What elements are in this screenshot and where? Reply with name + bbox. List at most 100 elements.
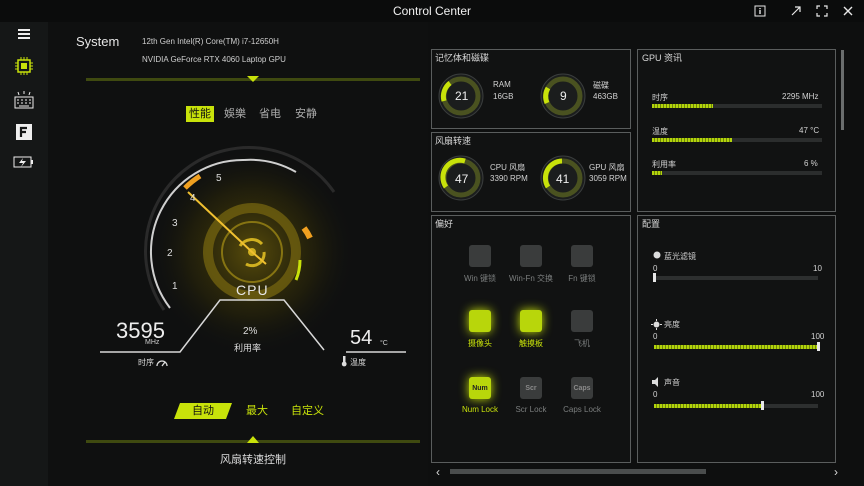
- gpu-clock-value: 2295 MHz: [782, 92, 819, 101]
- scroll-left-button[interactable]: ‹: [436, 465, 440, 479]
- ram-value: 21: [455, 89, 469, 103]
- num-lock-icon: Num: [469, 377, 491, 399]
- pref-fn-lock-button[interactable]: Fn 键锁: [552, 245, 612, 295]
- tab-mode-performance[interactable]: 性能: [186, 106, 214, 122]
- gpu-fan-label: GPU 风扇: [589, 163, 625, 172]
- fan-mode-max[interactable]: 最大: [246, 403, 268, 419]
- volume-max: 100: [811, 390, 825, 399]
- pref-label: Fn 键锁: [568, 274, 596, 283]
- cpu-fan-value: 47: [455, 172, 469, 186]
- blue-light-slider-thumb[interactable]: [653, 273, 656, 282]
- fullscreen-icon: [816, 5, 828, 17]
- info-button[interactable]: [748, 2, 772, 20]
- gpu-clock-bar-fill: [652, 104, 714, 108]
- clock-speed-icon: [156, 360, 168, 367]
- horizontal-scrollbar[interactable]: [450, 469, 706, 474]
- gauge-tick-3: 3: [172, 218, 178, 229]
- scroll-lock-icon: Scr: [520, 377, 542, 399]
- pref-airplane-button[interactable]: 飞机: [552, 310, 612, 360]
- keyboard-light-icon: [14, 91, 34, 109]
- volume-slider[interactable]: [654, 404, 818, 408]
- hamburger-icon: [18, 29, 30, 39]
- gpu-name: NVIDIA GeForce RTX 4060 Laptop GPU: [142, 55, 286, 64]
- gpu-temp-label: 温度: [652, 127, 668, 136]
- volume-icon: [652, 377, 658, 387]
- top-divider: [86, 76, 420, 82]
- cpu-fan-label: CPU 风扇: [490, 163, 526, 172]
- temperature-unit: °C: [380, 340, 388, 347]
- fan-mode-custom[interactable]: 自定义: [291, 403, 324, 419]
- system-heading: System: [76, 34, 120, 49]
- clock-unit: MHz: [145, 339, 160, 346]
- ram-size: 16GB: [493, 92, 514, 101]
- brightness-slider-fill: [654, 345, 818, 349]
- temperature-label: 温度: [350, 358, 366, 367]
- menu-button[interactable]: [8, 22, 40, 46]
- brightness-slider[interactable]: [654, 345, 818, 349]
- brightness-label: 亮度: [664, 320, 680, 329]
- thermometer-icon: [341, 356, 347, 367]
- fan-mode-auto[interactable]: 自动: [174, 403, 232, 419]
- tab-mode-power-saving[interactable]: 省电: [259, 106, 281, 122]
- gpu-info-title: GPU 资讯: [642, 53, 683, 63]
- ram-label: RAM: [493, 80, 511, 89]
- volume-slider-thumb[interactable]: [761, 401, 765, 410]
- close-icon: [843, 6, 853, 16]
- app-title: Control Center: [392, 4, 472, 18]
- memory-disk-title: 记忆体和磁碟: [435, 53, 490, 63]
- fan-speed-title: 风扇转速: [435, 136, 472, 146]
- gpu-util-bar: [652, 171, 822, 175]
- cpu-fan-rpm: 3390 RPM: [490, 174, 528, 183]
- volume-min: 0: [653, 390, 658, 399]
- config-title: 配置: [642, 219, 661, 229]
- gpu-fan-rpm: 3059 RPM: [589, 174, 627, 183]
- gauge-tick-4: 4: [190, 193, 196, 204]
- brightness-max: 100: [811, 332, 825, 341]
- gpu-util-label: 利用率: [652, 160, 676, 169]
- windows-icon: [469, 245, 491, 267]
- vertical-scrollbar[interactable]: [841, 50, 844, 130]
- blue-light-slider[interactable]: [654, 276, 818, 280]
- close-button[interactable]: [836, 2, 860, 20]
- cpu-utilization-label: 利用率: [234, 343, 262, 353]
- blue-light-min: 0: [653, 264, 658, 273]
- airplane-icon: [571, 310, 593, 332]
- gauge-label: CPU: [236, 282, 269, 298]
- brightness-icon: [651, 319, 662, 330]
- fan-control-label[interactable]: 风扇转速控制: [220, 451, 286, 467]
- gpu-temp-bar-fill: [652, 138, 732, 142]
- brightness-slider-thumb[interactable]: [817, 342, 820, 351]
- battery-charge-icon: [13, 156, 33, 168]
- fullscreen-button[interactable]: [810, 2, 834, 20]
- tab-mode-quiet[interactable]: 安静: [295, 106, 317, 122]
- sidebar-item-system[interactable]: [8, 54, 40, 78]
- restore-icon: [791, 6, 801, 16]
- gpu-temp-value: 47 °C: [799, 126, 820, 135]
- fan-control-divider: [86, 436, 420, 443]
- gpu-util-bar-fill: [652, 171, 663, 175]
- pref-label: 飞机: [574, 339, 590, 348]
- sidebar-item-fn[interactable]: [8, 120, 40, 144]
- restore-button[interactable]: [784, 2, 808, 20]
- volume-label: 声音: [664, 378, 680, 387]
- scroll-right-button[interactable]: ›: [834, 465, 838, 479]
- clock-label: 时序: [138, 358, 154, 367]
- sidebar-item-keyboard[interactable]: [8, 88, 40, 112]
- gauge-tick-5: 5: [216, 173, 222, 184]
- blue-light-max: 10: [813, 264, 822, 273]
- sidebar-item-power[interactable]: [8, 150, 40, 174]
- caps-lock-icon: Caps: [571, 377, 593, 399]
- tab-mode-entertainment[interactable]: 娛樂: [224, 106, 246, 122]
- blue-light-icon: [653, 251, 661, 259]
- pref-caps-lock-button[interactable]: Caps Caps Lock: [552, 377, 612, 427]
- gpu-clock-label: 时序: [652, 93, 668, 102]
- brightness-min: 0: [653, 332, 658, 341]
- gpu-util-value: 6 %: [804, 159, 818, 168]
- disk-value: 9: [560, 89, 567, 103]
- gpu-temp-bar: [652, 138, 822, 142]
- pref-label: Caps Lock: [563, 405, 601, 414]
- disk-size: 463GB: [593, 92, 618, 101]
- camera-icon: [469, 310, 491, 332]
- blue-light-label: 蓝光滤镜: [664, 252, 696, 261]
- gpu-fan-value: 41: [556, 172, 570, 186]
